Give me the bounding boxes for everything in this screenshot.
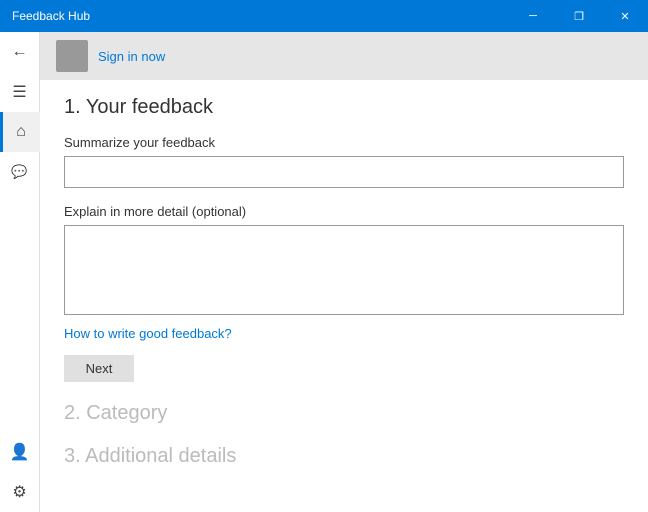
back-icon: ← [12,43,28,61]
signin-link[interactable]: Sign in now [98,49,165,64]
minimize-icon: ─ [529,10,537,22]
main-content: Sign in now 1. Your feedback Summarize y… [40,32,648,512]
title-bar: Feedback Hub ─ ❐ ✕ [0,0,648,32]
settings-icon: ⚙ [12,482,26,502]
additional-section: 3. Additional details [64,445,624,468]
app-body: ← ☰ ⌂ 💬 👤 ⚙ Sign in now [0,32,648,512]
close-icon: ✕ [620,10,629,23]
feedback-button[interactable]: 💬 [0,152,40,192]
detail-label: Explain in more detail (optional) [64,204,624,219]
restore-icon: ❐ [574,10,584,23]
avatar [56,40,88,72]
feedback-icon: 💬 [11,164,27,180]
menu-icon: ☰ [12,82,26,102]
account-button[interactable]: 👤 [0,432,40,472]
category-section: 2. Category [64,402,624,425]
close-button[interactable]: ✕ [602,0,648,32]
menu-button[interactable]: ☰ [0,72,40,112]
summarize-label: Summarize your feedback [64,135,624,150]
detail-input[interactable] [64,225,624,315]
content-area: 1. Your feedback Summarize your feedback… [40,80,648,504]
minimize-button[interactable]: ─ [510,0,556,32]
back-button[interactable]: ← [0,32,40,72]
home-button[interactable]: ⌂ [0,112,40,152]
settings-button[interactable]: ⚙ [0,472,40,512]
restore-button[interactable]: ❐ [556,0,602,32]
feedback-section: 1. Your feedback Summarize your feedback… [64,96,624,382]
signin-bar: Sign in now [40,32,648,80]
next-button[interactable]: Next [64,355,134,382]
additional-section-title: 3. Additional details [64,445,624,468]
account-icon: 👤 [10,442,30,462]
summarize-input[interactable] [64,156,624,188]
feedback-section-title: 1. Your feedback [64,96,624,119]
category-section-title: 2. Category [64,402,624,425]
help-link[interactable]: How to write good feedback? [64,326,232,341]
home-icon: ⌂ [16,123,26,141]
sidebar: ← ☰ ⌂ 💬 👤 ⚙ [0,32,40,512]
app-title: Feedback Hub [12,9,90,23]
